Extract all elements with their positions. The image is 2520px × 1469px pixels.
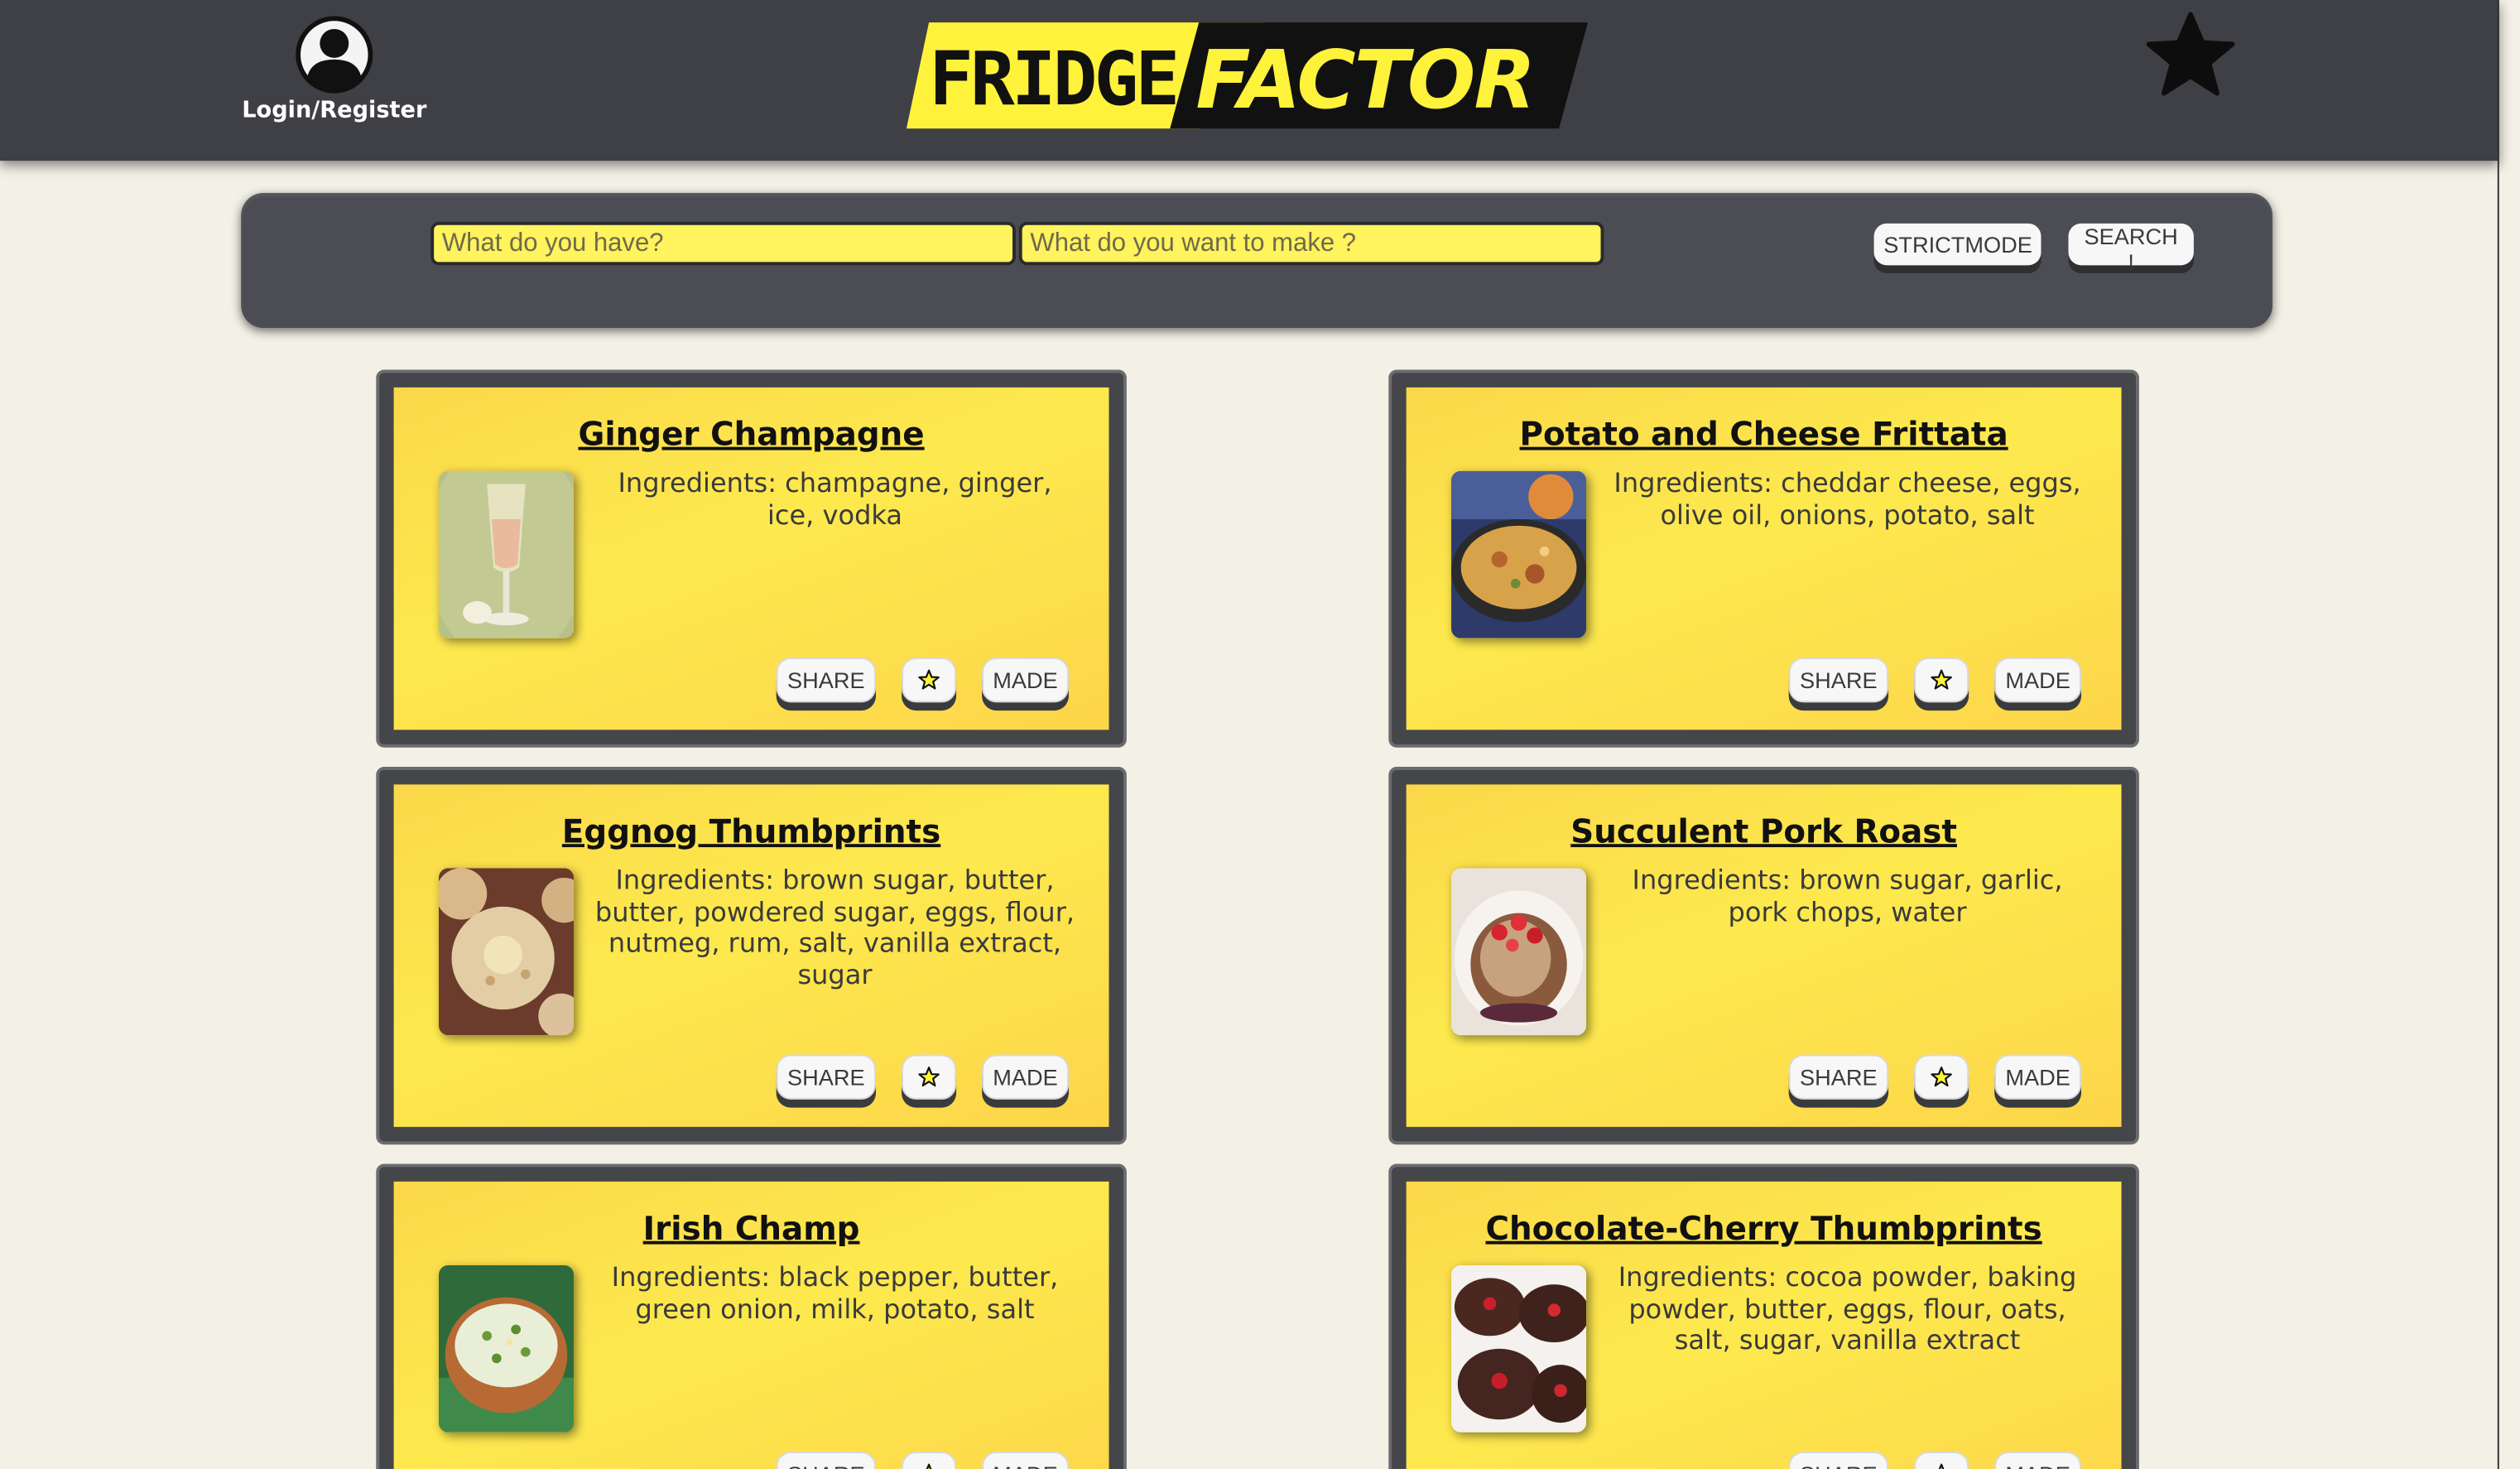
recipe-ingredients: Ingredients: brown sugar, garlic, pork c… bbox=[1632, 865, 2063, 927]
made-button[interactable]: MADE bbox=[982, 1054, 1069, 1100]
made-button[interactable]: MADE bbox=[982, 1452, 1069, 1469]
recipe-ingredients: Ingredients: champagne, ginger, ice, vod… bbox=[618, 467, 1052, 530]
recipe-ingredients: Ingredients: black pepper, butter, green… bbox=[611, 1261, 1059, 1324]
star-outline-icon bbox=[1931, 669, 1952, 690]
logo-text-factor: FACTOR bbox=[1195, 33, 1534, 127]
header: Login/Register FRIDGE FACTOR bbox=[0, 0, 2499, 161]
favorite-button[interactable] bbox=[1914, 657, 1969, 703]
page: Login/Register FRIDGE FACTOR STRICTMODE … bbox=[0, 0, 2520, 1469]
recipe-title-link[interactable]: Irish Champ bbox=[394, 1209, 1109, 1248]
recipe-title-link[interactable]: Chocolate-Cherry Thumbprints bbox=[1407, 1209, 2122, 1248]
star-outline-icon bbox=[1938, 1463, 1945, 1469]
recipe-title-link[interactable]: Ginger Champagne bbox=[394, 415, 1109, 454]
recipe-card: Succulent Pork Roast Ingredients: brown … bbox=[1388, 767, 2139, 1145]
recipe-photo bbox=[438, 868, 575, 1036]
made-button[interactable]: MADE bbox=[1994, 1452, 2082, 1469]
user-circle-icon bbox=[296, 16, 373, 94]
favorite-button[interactable] bbox=[902, 657, 957, 703]
star-outline-icon bbox=[926, 1463, 932, 1469]
login-register-label: Login/Register bbox=[242, 98, 427, 124]
made-button[interactable]: MADE bbox=[1994, 1054, 2082, 1100]
recipe-card-body: Succulent Pork Roast Ingredients: brown … bbox=[1406, 784, 2122, 1127]
favorite-button[interactable] bbox=[1914, 1054, 1969, 1100]
recipe-card: Irish Champ Ingredients: black pepper, b… bbox=[376, 1163, 1127, 1469]
recipe-title-link[interactable]: Succulent Pork Roast bbox=[1407, 812, 2122, 850]
share-button[interactable]: SHARE bbox=[776, 1054, 877, 1100]
star-outline-icon bbox=[1931, 1067, 1952, 1087]
recipe-title-link[interactable]: Potato and Cheese Frittata bbox=[1407, 415, 2122, 454]
share-button[interactable]: SHARE bbox=[1788, 1452, 1889, 1469]
favorites-star-icon[interactable] bbox=[2144, 10, 2238, 104]
star-outline-icon bbox=[918, 669, 940, 690]
strictmode-button[interactable]: STRICTMODE bbox=[1873, 223, 2041, 266]
recipe-card-body: Chocolate-Cherry Thumbprints Ingredients… bbox=[1406, 1181, 2122, 1469]
ingredients-have-input[interactable] bbox=[430, 221, 1016, 266]
share-button[interactable]: SHARE bbox=[1788, 657, 1889, 703]
recipe-ingredients: Ingredients: brown sugar, butter, butter… bbox=[594, 865, 1075, 990]
dish-make-input[interactable] bbox=[1018, 221, 1604, 266]
recipe-photo bbox=[438, 470, 575, 638]
recipe-card: Potato and Cheese Frittata Ingredients: … bbox=[1388, 369, 2139, 748]
login-register-link[interactable]: Login/Register bbox=[241, 13, 427, 124]
recipe-card: Eggnog Thumbprints Ingredients: brown su… bbox=[376, 767, 1127, 1145]
recipe-card: Chocolate-Cherry Thumbprints Ingredients… bbox=[1388, 1163, 2139, 1469]
made-button[interactable]: MADE bbox=[982, 657, 1069, 703]
share-button[interactable]: SHARE bbox=[776, 657, 877, 703]
recipe-photo bbox=[1451, 868, 1587, 1036]
recipe-card-body: Irish Champ Ingredients: black pepper, b… bbox=[393, 1181, 1109, 1469]
recipe-card-body: Potato and Cheese Frittata Ingredients: … bbox=[1406, 387, 2122, 730]
favorite-button[interactable] bbox=[902, 1054, 957, 1100]
recipe-ingredients: Ingredients: cocoa powder, baking powder… bbox=[1618, 1261, 2077, 1356]
share-button[interactable]: SHARE bbox=[1788, 1054, 1889, 1100]
recipe-photo bbox=[438, 1264, 575, 1433]
recipe-photo bbox=[1451, 470, 1587, 638]
recipe-card-body: Eggnog Thumbprints Ingredients: brown su… bbox=[393, 784, 1109, 1127]
search-button[interactable]: SEARCH ! bbox=[2068, 223, 2194, 275]
recipe-card-body: Ginger Champagne Ingredients: champagne,… bbox=[393, 387, 1109, 730]
share-button[interactable]: SHARE bbox=[776, 1452, 877, 1469]
recipe-photo bbox=[1451, 1264, 1587, 1433]
made-button[interactable]: MADE bbox=[1994, 657, 2082, 703]
logo-text-fridge: FRIDGE bbox=[929, 36, 1176, 123]
favorite-button[interactable] bbox=[1914, 1452, 1969, 1469]
fridgefactor-logo: FRIDGE FACTOR bbox=[906, 22, 1589, 129]
recipe-ingredients: Ingredients: cheddar cheese, eggs, olive… bbox=[1613, 467, 2081, 530]
favorite-button[interactable] bbox=[902, 1452, 957, 1469]
star-outline-icon bbox=[918, 1067, 940, 1087]
recipe-title-link[interactable]: Eggnog Thumbprints bbox=[394, 812, 1109, 850]
recipe-card: Ginger Champagne Ingredients: champagne,… bbox=[376, 369, 1127, 748]
search-bar: STRICTMODE SEARCH ! bbox=[241, 192, 2273, 329]
window-edge bbox=[2497, 0, 2499, 1469]
